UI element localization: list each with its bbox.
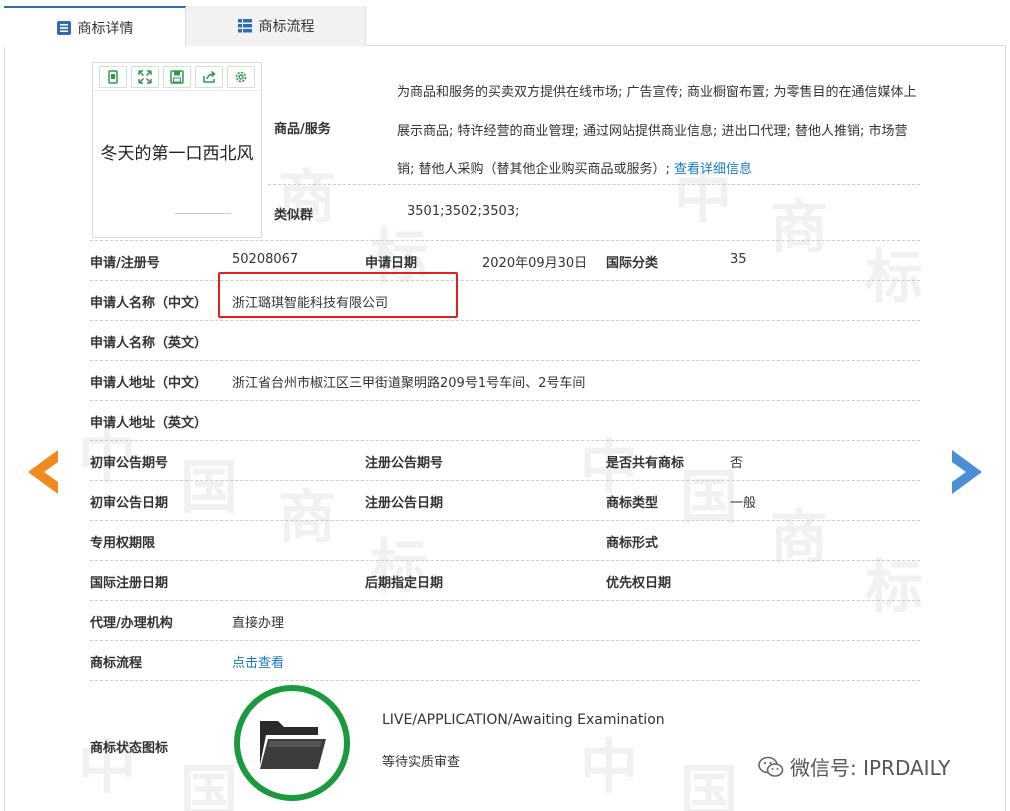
status-ring (234, 685, 350, 801)
agent-value: 直接办理 (232, 616, 285, 631)
divider (90, 520, 920, 521)
share-button[interactable] (195, 65, 223, 88)
save-icon (170, 69, 184, 84)
tab-trademark-flow[interactable]: 商标流程 (186, 6, 366, 46)
divider (268, 184, 920, 185)
status-icon-label: 商标状态图标 (90, 741, 169, 756)
flow-label: 商标流程 (90, 656, 143, 671)
list-detail-icon (56, 20, 71, 35)
reg-pub-date-label: 注册公告日期 (365, 496, 444, 511)
folder-icon (260, 721, 326, 769)
reg-no-label: 申请/注册号 (90, 256, 160, 271)
settings-icon (235, 71, 247, 82)
tab-bar: 商标详情 商标流程 (4, 6, 1006, 47)
prev-arrow-icon[interactable] (24, 448, 58, 496)
status-text-en: LIVE/APPLICATION/Awaiting Examination (382, 712, 665, 728)
goods-list: 为商品和服务的买卖双方提供在线市场; 广告宣传; 商业橱窗布置; 为零售目的在通… (397, 85, 917, 177)
prelim-date-label: 初审公告日期 (90, 496, 169, 511)
status-text-cn: 等待实质审查 (382, 755, 461, 770)
wechat-id: 微信号: IPRDAILY (790, 756, 951, 780)
expand-icon (138, 69, 152, 84)
form-label: 商标形式 (606, 536, 659, 551)
tab-trademark-detail[interactable]: 商标详情 (4, 6, 186, 47)
address-cn-label: 申请人地址（中文） (90, 376, 208, 391)
intl-class-value: 35 (730, 252, 747, 267)
image-toolbar (93, 63, 261, 91)
agent-label: 代理/办理机构 (90, 616, 173, 631)
settings-button[interactable] (227, 65, 255, 88)
divider (175, 213, 231, 214)
tab-label: 商标流程 (258, 19, 315, 35)
divider (90, 400, 920, 401)
wechat-watermark: 微信号: IPRDAILY (758, 752, 950, 781)
prelim-no-label: 初审公告期号 (90, 456, 169, 471)
share-icon (203, 70, 216, 83)
reg-pub-no-label: 注册公告期号 (365, 456, 444, 471)
priority-label: 优先权日期 (606, 576, 672, 591)
table-icon (237, 19, 252, 33)
address-en-label: 申请人地址（英文） (90, 416, 208, 431)
divider (90, 680, 920, 681)
goods-label: 商品/服务 (274, 122, 331, 137)
goods-text: 为商品和服务的买卖双方提供在线市场; 广告宣传; 商业橱窗布置; 为零售目的在通… (397, 74, 921, 190)
divider (90, 360, 920, 361)
trademark-image-box: 冬天的第一口西北风 (92, 62, 262, 238)
shared-value: 否 (730, 456, 744, 471)
similar-group-value: 3501;3502;3503; (407, 204, 520, 219)
applicant-cn-value: 浙江璐琪智能科技有限公司 (232, 296, 389, 311)
save-button[interactable] (163, 65, 191, 88)
exclusive-label: 专用权期限 (90, 536, 156, 551)
applicant-cn-label: 申请人名称（中文） (90, 296, 208, 311)
similar-group-label: 类似群 (274, 208, 314, 223)
reg-no-value: 50208067 (232, 252, 299, 267)
divider (90, 280, 920, 281)
divider (90, 600, 920, 601)
intl-class-label: 国际分类 (606, 256, 659, 271)
address-cn-value: 浙江省台州市椒江区三甲街道聚明路209号1号车间、2号车间 (232, 376, 586, 391)
trademark-name: 冬天的第一口西北风 (100, 144, 254, 164)
divider (90, 480, 920, 481)
view-details-link[interactable]: 查看详细信息 (674, 162, 752, 177)
divider (90, 440, 920, 441)
divider (90, 320, 920, 321)
flow-view-link[interactable]: 点击查看 (232, 652, 284, 671)
expand-button[interactable] (131, 65, 159, 88)
copy-button[interactable] (99, 65, 127, 88)
divider (90, 240, 920, 241)
shared-label: 是否共有商标 (606, 456, 685, 471)
next-arrow-icon[interactable] (952, 448, 986, 496)
tab-label: 商标详情 (77, 20, 134, 37)
wechat-icon (758, 756, 784, 777)
type-label: 商标类型 (606, 496, 659, 511)
divider (90, 560, 920, 561)
applicant-en-label: 申请人名称（英文） (90, 336, 208, 351)
copy-icon (108, 69, 118, 84)
apply-date-label: 申请日期 (365, 256, 418, 271)
type-value: 一般 (730, 496, 757, 511)
apply-date-value: 2020年09月30日 (482, 256, 588, 271)
divider (90, 640, 920, 641)
later-date-label: 后期指定日期 (365, 576, 444, 591)
intl-reg-date-label: 国际注册日期 (90, 576, 169, 591)
